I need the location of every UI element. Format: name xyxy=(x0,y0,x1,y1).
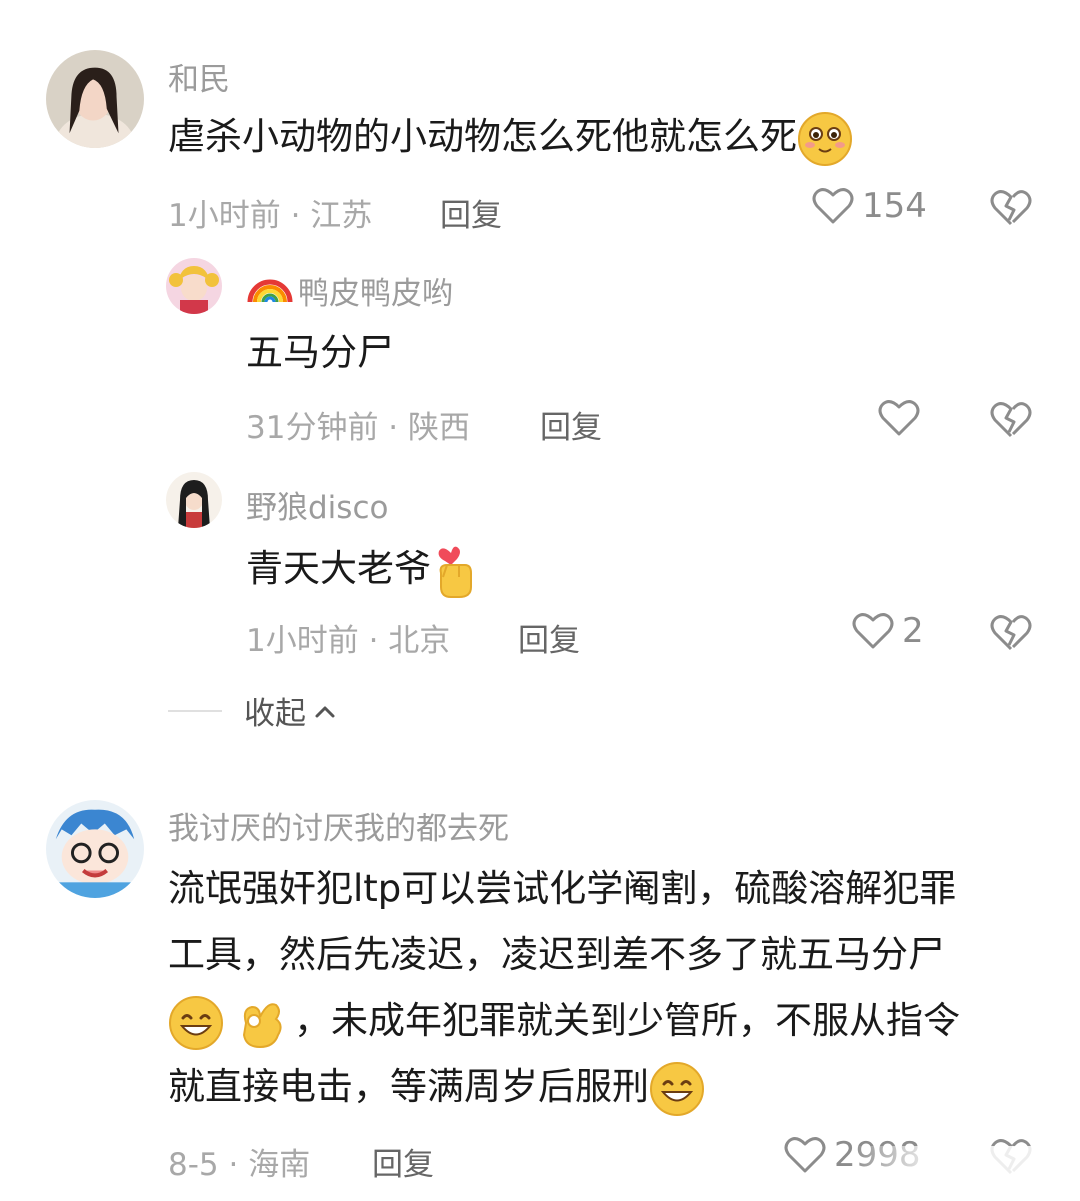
avatar[interactable] xyxy=(46,800,144,898)
comment-text-body: 虐杀小动物的小动物怎么死他就怎么死 xyxy=(168,115,797,158)
comment-text-line: 流氓强奸犯ltp可以尝试化学阉割，硫酸溶解犯罪 xyxy=(168,867,957,910)
comment-text-line-body: 就直接电击，等满周岁后服刑 xyxy=(168,1065,649,1108)
reply-username[interactable]: 野狼disco xyxy=(246,482,388,527)
like-button[interactable]: 154 xyxy=(812,186,927,226)
finger-heart-icon xyxy=(438,546,472,598)
chevron-up-icon xyxy=(315,706,335,717)
heart-outline-icon xyxy=(784,1137,826,1173)
comment-text-line: 就直接电击，等满周岁后服刑 xyxy=(168,1054,960,1120)
blushing-face-icon xyxy=(798,111,852,166)
avatar[interactable] xyxy=(46,50,144,148)
like-count: 154 xyxy=(862,186,927,226)
comment-text-line-body: ，未成年犯罪就关到少管所，不服从指令 xyxy=(294,999,960,1042)
comment-time-location: 1小时前 · 江苏 xyxy=(168,198,373,234)
heart-outline-icon xyxy=(852,613,894,649)
divider xyxy=(168,709,222,712)
comment-text-line: ，未成年犯罪就关到少管所，不服从指令 xyxy=(168,988,960,1054)
reply-username[interactable]: 鸭皮鸭皮哟 xyxy=(298,268,453,313)
like-count: 2 xyxy=(902,611,924,651)
comment-username[interactable]: 和民 xyxy=(168,54,230,99)
reply-time-location: 31分钟前 · 陕西 xyxy=(246,410,471,446)
reply-text-body: 青天大老爷 xyxy=(246,547,431,590)
rainbow-icon xyxy=(247,279,293,303)
comment-text: 流氓强奸犯ltp可以尝试化学阉割，硫酸溶解犯罪 工具，然后先凌迟，凌迟到差不多了… xyxy=(168,856,960,1120)
avatar[interactable] xyxy=(166,472,222,528)
broken-heart-icon[interactable] xyxy=(990,188,1032,228)
reply-button[interactable]: 回复 xyxy=(372,1139,434,1184)
reply-text: 青天大老爷 xyxy=(246,536,479,602)
broken-heart-icon[interactable] xyxy=(990,613,1032,653)
heart-outline-icon xyxy=(878,400,920,436)
comment-text-line: 工具，然后先凌迟，凌迟到差不多了就五马分尸 xyxy=(168,933,945,976)
comment-text: 虐杀小动物的小动物怎么死他就怎么死 xyxy=(168,104,853,170)
reply-time-location: 1小时前 · 北京 xyxy=(246,623,451,659)
grinning-face-icon xyxy=(169,995,223,1050)
reply-button[interactable]: 回复 xyxy=(518,615,580,660)
grinning-face-icon xyxy=(650,1061,704,1116)
reply-text: 五马分尸 xyxy=(246,331,394,374)
heart-outline-icon xyxy=(812,188,854,224)
reply-button[interactable]: 回复 xyxy=(440,190,502,235)
like-button[interactable] xyxy=(878,398,920,438)
like-button[interactable]: 2 xyxy=(852,611,924,651)
collapse-replies-button[interactable]: 收起 xyxy=(168,688,336,733)
watermark-overlay xyxy=(850,1146,1080,1201)
collapse-label: 收起 xyxy=(244,696,306,732)
comment-time-location: 8-5 · 海南 xyxy=(168,1147,311,1183)
reply-button[interactable]: 回复 xyxy=(540,402,602,447)
ok-hand-icon xyxy=(242,1002,282,1048)
broken-heart-icon[interactable] xyxy=(990,400,1032,440)
comment-username[interactable]: 我讨厌的讨厌我的都去死 xyxy=(168,803,509,848)
avatar[interactable] xyxy=(166,258,222,314)
